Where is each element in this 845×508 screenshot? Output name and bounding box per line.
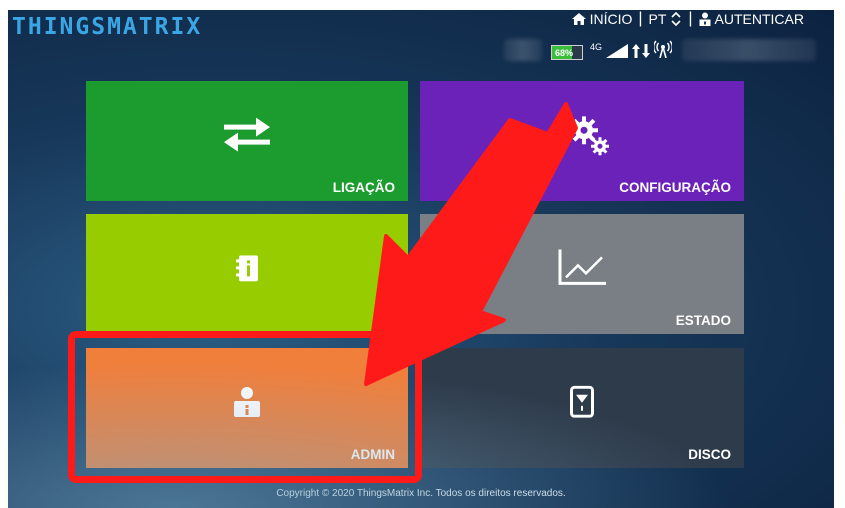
- user-icon: [234, 387, 260, 422]
- signal-strength-icon: [606, 44, 629, 58]
- battery-percent: 68%: [555, 47, 574, 58]
- tile-ligacao[interactable]: LIGAÇÃO: [86, 81, 408, 201]
- antenna-icon: [654, 40, 673, 58]
- tile-configuracao[interactable]: CONFIGURAÇÃO: [420, 81, 744, 201]
- tile-label: ADMIN: [350, 447, 395, 462]
- logo-text: THINGSMATRIX: [12, 14, 203, 40]
- network-type: 4G: [590, 42, 603, 52]
- user-lock-icon: [699, 12, 711, 26]
- top-navigation: INÍCIO | PT | AUTENTICAR: [571, 10, 804, 28]
- tile-admin[interactable]: ADMIN: [86, 348, 408, 468]
- redacted-info: [682, 39, 816, 61]
- home-link[interactable]: INÍCIO: [590, 11, 633, 27]
- tile-label: LIGAÇÃO: [332, 180, 395, 195]
- transfer-arrows-icon: [224, 117, 270, 157]
- router-admin-page: THINGSMATRIX INÍCIO | PT | AUTENTICAR 68…: [8, 10, 834, 508]
- line-chart-icon: [558, 249, 606, 290]
- redacted-info: [504, 39, 542, 61]
- device-status-bar: 68% 4G: [504, 34, 816, 64]
- network-indicator: 4G: [590, 40, 673, 58]
- tile-disco[interactable]: DISCO: [420, 348, 744, 468]
- tile-estado[interactable]: ESTADO: [420, 214, 744, 334]
- footer-copyright: Copyright © 2020 ThingsMatrix Inc. Todos…: [276, 488, 566, 499]
- up-down-arrows-icon: [632, 44, 651, 58]
- tile-label: DISCO: [688, 447, 731, 462]
- tile-label: SO: [375, 313, 395, 328]
- contact-book-icon: [236, 255, 258, 286]
- nav-divider: |: [688, 10, 693, 27]
- chevron-updown-icon[interactable]: [670, 12, 682, 26]
- tile-sobre[interactable]: SO: [86, 214, 408, 334]
- battery-indicator: 68%: [551, 45, 583, 60]
- tile-label: ESTADO: [675, 313, 731, 328]
- nav-divider: |: [638, 10, 643, 27]
- tile-label: CONFIGURAÇÃO: [619, 180, 731, 195]
- login-link[interactable]: AUTENTICAR: [715, 11, 804, 27]
- sd-card-icon: [570, 385, 594, 423]
- gears-icon: [570, 116, 610, 161]
- language-selector[interactable]: PT: [649, 11, 667, 27]
- thingsmatrix-logo[interactable]: THINGSMATRIX: [12, 14, 202, 40]
- home-icon: [571, 13, 586, 25]
